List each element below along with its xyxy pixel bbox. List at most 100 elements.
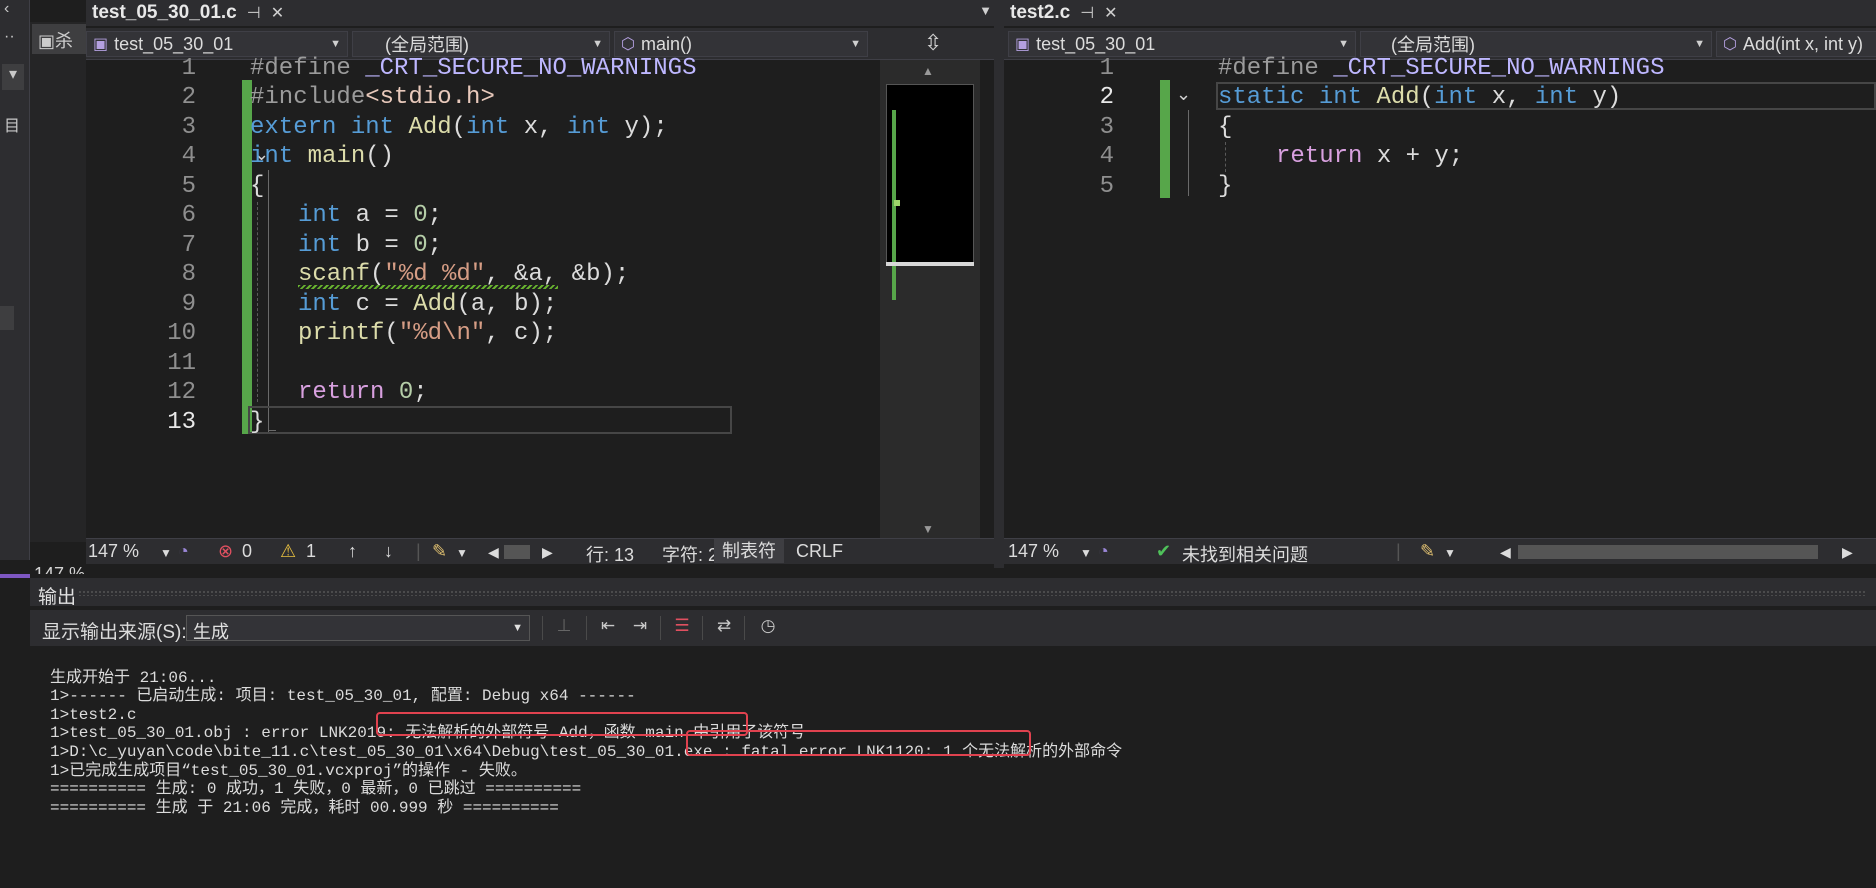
pin-icon[interactable]: ⊣ bbox=[1080, 3, 1094, 23]
left-tool-strip: ‹ ·· ▾ 目 bbox=[0, 0, 30, 560]
horizontal-scroll-thumb[interactable] bbox=[1518, 545, 1818, 559]
error-count[interactable]: 0 bbox=[242, 541, 252, 562]
separator bbox=[702, 616, 703, 640]
output-line: 1>------ 已启动生成: 项目: test_05_30_01, 配置: D… bbox=[50, 687, 636, 706]
scroll-right-icon[interactable]: ▶ bbox=[1842, 544, 1853, 561]
find-message-icon[interactable]: ⊥ bbox=[552, 616, 576, 640]
project-icon: ▣ bbox=[93, 36, 109, 53]
pane-splitter[interactable] bbox=[994, 0, 1004, 568]
warning-squiggle[interactable] bbox=[298, 285, 558, 289]
scroll-left-icon[interactable]: ◀ bbox=[488, 544, 499, 561]
zoom-level[interactable]: 147 % bbox=[1008, 541, 1059, 562]
project-dropdown[interactable]: ▣ test_05_30_01 ▼ bbox=[1008, 31, 1356, 57]
tab-list-dropdown-icon[interactable]: ▼ bbox=[979, 3, 992, 18]
cursor-char[interactable]: 字符: 2 bbox=[662, 541, 718, 567]
tab-test-05-30-01[interactable]: test_05_30_01.c ⊣ ✕ bbox=[86, 0, 291, 26]
output-source-select[interactable]: 生成 ▼ bbox=[186, 615, 530, 642]
output-line: 1>已完成生成项目“test_05_30_01.vcxproj”的操作 - 失败… bbox=[50, 761, 527, 780]
line-number: 10 bbox=[167, 320, 196, 347]
indent-mode[interactable]: 制表符 bbox=[714, 539, 784, 563]
line-number: 4 bbox=[181, 143, 196, 170]
scroll-left-icon[interactable]: ◀ bbox=[1500, 544, 1511, 561]
chevron-down-icon: ▼ bbox=[850, 38, 861, 50]
word-wrap-icon[interactable]: ⇄ bbox=[712, 616, 736, 640]
code-line-2: #include<stdio.h> bbox=[250, 84, 495, 111]
next-message-icon[interactable]: ⇥ bbox=[628, 616, 652, 640]
zoom-level[interactable]: 147 % bbox=[88, 541, 139, 562]
issues-status[interactable]: 未找到相关问题 bbox=[1182, 541, 1308, 567]
copilot-icon[interactable]: ◔ bbox=[178, 541, 189, 562]
line-number: 9 bbox=[181, 291, 196, 318]
code-line-9: int c = Add(a, b); bbox=[298, 291, 558, 318]
cursor-line[interactable]: 行: 13 bbox=[586, 541, 634, 567]
left-minimap[interactable]: ▲ ▼ bbox=[880, 60, 980, 538]
previous-message-icon[interactable]: ⇤ bbox=[596, 616, 620, 640]
code-line-5: { bbox=[250, 173, 265, 200]
timestamp-icon[interactable]: ◷ bbox=[756, 616, 780, 640]
line-number: 4 bbox=[1099, 143, 1114, 170]
minimap-viewport[interactable] bbox=[886, 262, 974, 266]
copilot-icon[interactable]: ◔ bbox=[1098, 541, 1109, 562]
scroll-down-icon[interactable]: ▼ bbox=[922, 522, 934, 536]
drag-grip[interactable] bbox=[78, 590, 1866, 596]
output-line: ========== 生成 于 21:06 完成，耗时 00.999 秒 ===… bbox=[50, 798, 559, 817]
right-code-editor[interactable]: 1 2 3 4 5 ⌄ #define _CRT_SECURE_NO_WARNI… bbox=[1004, 55, 1876, 538]
cleanup-dropdown-icon[interactable]: ▼ bbox=[1444, 546, 1456, 560]
split-view-icon[interactable]: ⇳ bbox=[924, 30, 942, 56]
code-line-1: #define _CRT_SECURE_NO_WARNINGS bbox=[250, 55, 697, 82]
highlight-box-fatal-error bbox=[686, 730, 1031, 756]
code-cleanup-icon[interactable]: ✎ bbox=[1420, 541, 1435, 562]
minimap-warning-mark bbox=[894, 200, 900, 206]
warning-count[interactable]: 1 bbox=[306, 541, 316, 562]
line-number: 7 bbox=[181, 232, 196, 259]
line-number: 5 bbox=[181, 173, 196, 200]
output-title-bar[interactable]: 输出 bbox=[30, 578, 1876, 608]
hidden-doc-tab[interactable]: ▣杀 bbox=[32, 24, 86, 54]
line-number: 1 bbox=[181, 55, 196, 82]
code-line-12: return 0; bbox=[298, 379, 428, 406]
pin-icon[interactable]: ·· bbox=[4, 28, 15, 46]
code-line-1: #define _CRT_SECURE_NO_WARNINGS bbox=[1218, 55, 1665, 82]
close-icon[interactable]: ✕ bbox=[1104, 3, 1117, 23]
pin-icon[interactable]: ⊣ bbox=[247, 3, 261, 23]
fold-chevron-icon[interactable]: ⌄ bbox=[1176, 84, 1191, 105]
horizontal-scroll-thumb[interactable] bbox=[504, 545, 530, 559]
line-number: 1 bbox=[1099, 55, 1114, 82]
warning-icon[interactable]: ⚠ bbox=[280, 541, 296, 562]
output-source-value: 生成 bbox=[193, 622, 229, 642]
member-dropdown[interactable]: ⬡ main() ▼ bbox=[614, 31, 868, 57]
next-issue-icon[interactable]: ↓ bbox=[384, 541, 393, 562]
code-cleanup-icon[interactable]: ✎ bbox=[432, 541, 447, 562]
minimap-preview[interactable] bbox=[886, 84, 974, 264]
tab-test2[interactable]: test2.c ⊣ ✕ bbox=[1004, 0, 1124, 26]
zoom-dropdown-icon[interactable]: ▼ bbox=[1080, 546, 1092, 560]
output-title: 输出 bbox=[38, 587, 77, 608]
member-dropdown[interactable]: ⬡ Add(int x, int y) bbox=[1716, 31, 1876, 57]
error-icon[interactable]: ⊗ bbox=[218, 541, 233, 562]
code-line-6: int a = 0; bbox=[298, 202, 443, 229]
separator bbox=[744, 616, 745, 640]
project-dropdown[interactable]: ▣ test_05_30_01 ▼ bbox=[86, 31, 348, 57]
chevron-down-icon: ▼ bbox=[592, 38, 603, 50]
clear-all-icon[interactable]: ☰ bbox=[670, 616, 694, 640]
project-icon: ▣ bbox=[1015, 36, 1031, 53]
indent-guide bbox=[257, 202, 258, 402]
line-ending[interactable]: CRLF bbox=[796, 541, 843, 562]
line-number: 11 bbox=[167, 350, 196, 377]
code-line-3: extern int Add(int x, int y); bbox=[250, 114, 668, 141]
close-icon[interactable]: ✕ bbox=[271, 3, 284, 23]
left-arrow-icon[interactable]: ‹ bbox=[4, 0, 9, 18]
code-line-2: static int Add(int x, int y) bbox=[1218, 84, 1622, 111]
separator: | bbox=[416, 541, 421, 561]
cleanup-dropdown-icon[interactable]: ▼ bbox=[456, 546, 468, 560]
left-code-editor[interactable]: 1 2 3 4 5 6 7 8 9 10 11 12 13 ⌄ #define … bbox=[86, 55, 880, 520]
dropdown-icon[interactable]: ▾ bbox=[2, 64, 24, 90]
scope-dropdown[interactable]: (全局范围) ▼ bbox=[1360, 31, 1712, 57]
tab-label: test2.c bbox=[1010, 2, 1071, 23]
scroll-up-icon[interactable]: ▲ bbox=[922, 64, 934, 78]
scope-dropdown[interactable]: (全局范围) ▼ bbox=[352, 31, 610, 57]
scroll-right-icon[interactable]: ▶ bbox=[542, 544, 553, 561]
left-editor-pane: test_05_30_01.c ⊣ ✕ ▼ ▣ test_05_30_01 ▼ … bbox=[86, 0, 994, 568]
previous-issue-icon[interactable]: ↑ bbox=[348, 541, 357, 562]
zoom-dropdown-icon[interactable]: ▼ bbox=[160, 546, 172, 560]
